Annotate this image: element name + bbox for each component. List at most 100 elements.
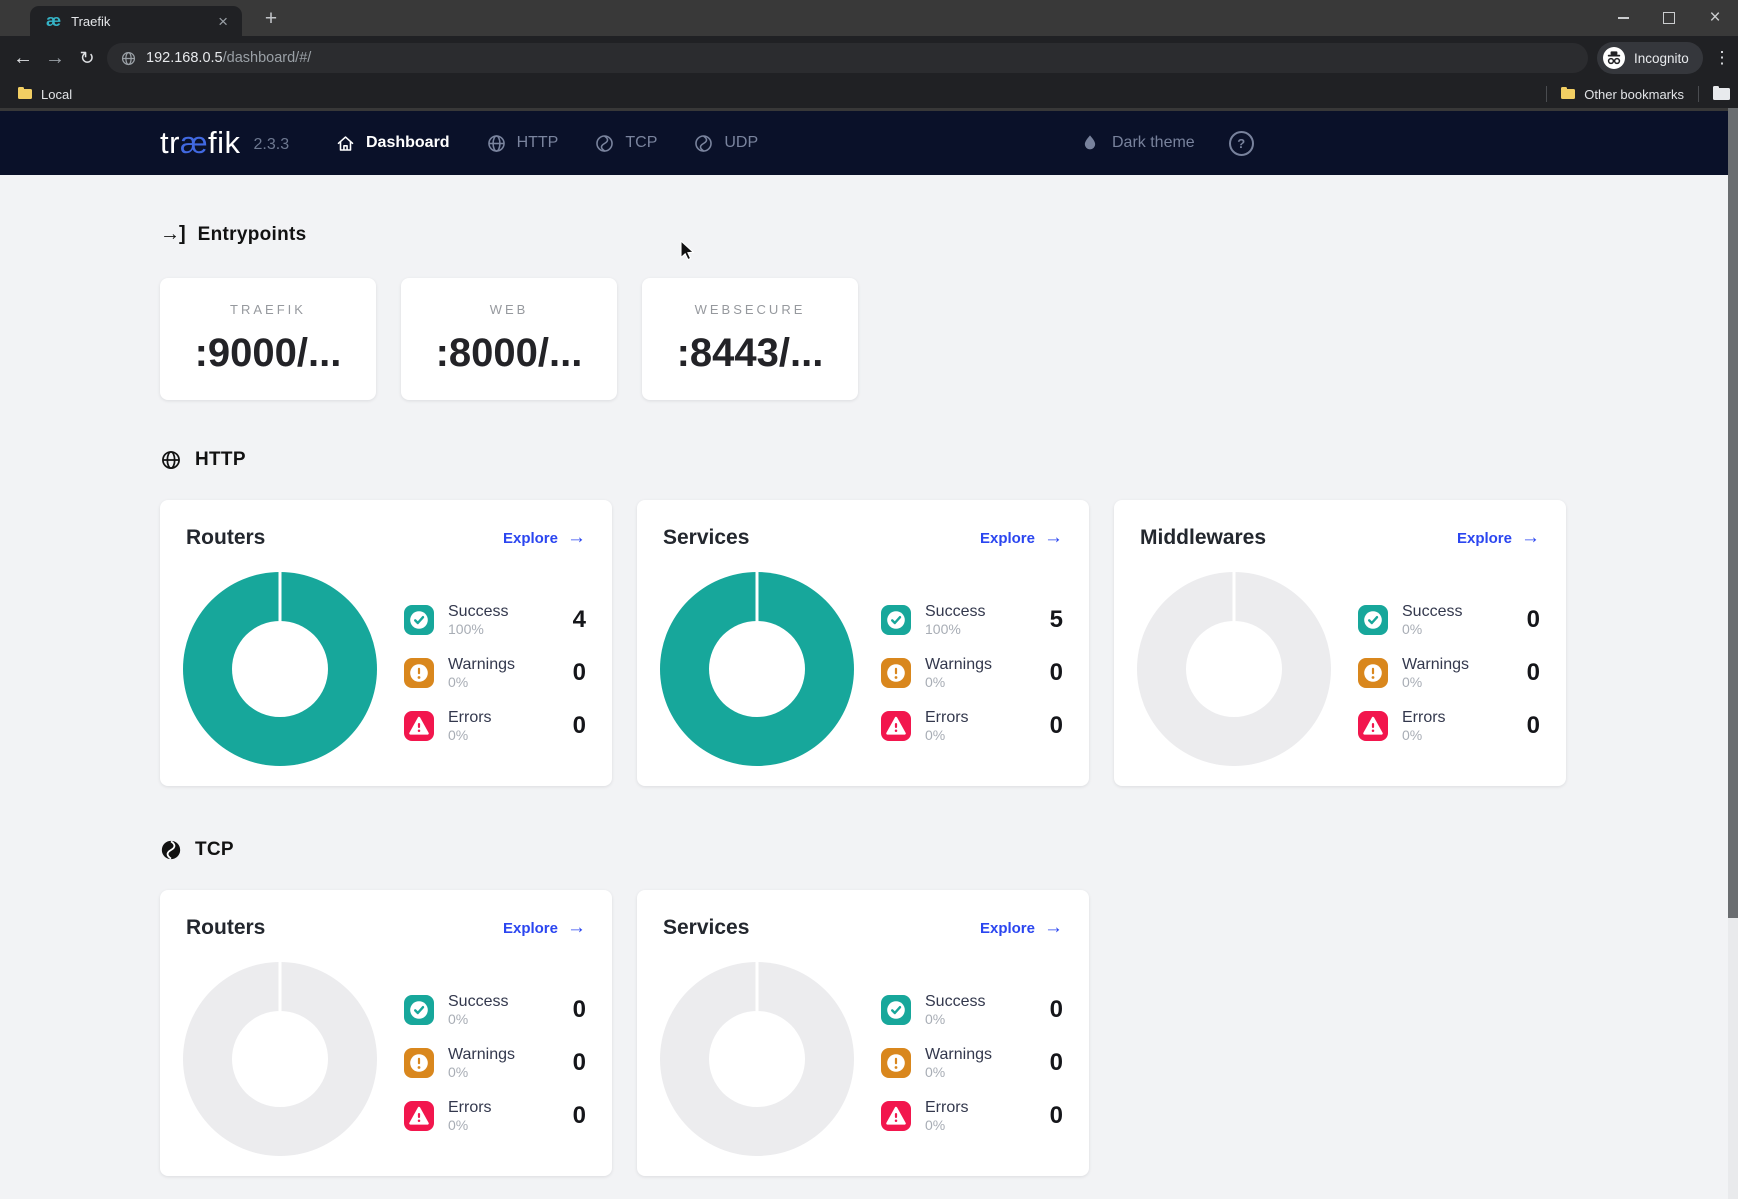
nav-dashboard[interactable]: Dashboard	[335, 133, 450, 154]
browser-menu-icon[interactable]: ⋮	[1706, 36, 1738, 80]
window-controls: ×	[1600, 0, 1738, 36]
success-icon	[1358, 605, 1388, 635]
warning-icon	[404, 658, 434, 688]
stat-errors: Errors0% 0	[881, 1092, 1063, 1140]
stat-errors: Errors0% 0	[404, 1092, 586, 1140]
stat-errors: Errors0% 0	[404, 702, 586, 750]
folder-icon	[1561, 89, 1575, 99]
success-icon	[404, 605, 434, 635]
arrow-right-icon: →	[1044, 917, 1063, 939]
warning-icon	[404, 1048, 434, 1078]
site-globe-icon	[121, 51, 136, 66]
donut-chart	[183, 962, 377, 1156]
nav-udp[interactable]: UDP	[693, 133, 758, 154]
success-icon	[881, 995, 911, 1025]
tcp-services-card: Services Explore→ Success0% 0 Warnings0%…	[637, 890, 1089, 1176]
stat-success: Success0% 0	[404, 986, 586, 1034]
traefik-navbar: træfik 2.3.3 Dashboard HTTP TCP	[0, 111, 1728, 175]
entrypoint-card-traefik: TRAEFIK :9000/...	[160, 278, 376, 400]
http-heading: HTTP	[160, 449, 246, 471]
card-title: Routers	[186, 916, 265, 940]
tcp-icon	[594, 133, 615, 154]
window-close-icon[interactable]: ×	[1692, 0, 1738, 36]
nav-tcp[interactable]: TCP	[594, 133, 657, 154]
arrow-right-icon: →	[1521, 527, 1540, 549]
browser-titlebar: æ Traefik × + ×	[0, 0, 1738, 36]
card-title: Middlewares	[1140, 526, 1266, 550]
donut-chart	[183, 572, 377, 766]
side-panel-folder-icon[interactable]	[1713, 88, 1730, 100]
incognito-icon	[1602, 46, 1626, 70]
separator	[1546, 86, 1547, 102]
browser-toolbar: ← → ↻ 192.168.0.5/dashboard/#/ Incognito…	[0, 36, 1738, 80]
dark-theme-droplet-icon	[1080, 133, 1100, 153]
stat-warnings: Warnings0% 0	[1358, 649, 1540, 697]
new-tab-button[interactable]: +	[256, 4, 286, 34]
warning-icon	[881, 1048, 911, 1078]
error-icon	[881, 711, 911, 741]
reload-icon[interactable]: ↻	[70, 36, 104, 80]
traefik-logo: træfik 2.3.3	[160, 111, 289, 175]
stat-success: Success100% 5	[881, 596, 1063, 644]
tab-title: Traefik	[71, 14, 214, 29]
udp-icon	[693, 133, 714, 154]
arrow-right-icon: →	[1044, 527, 1063, 549]
stat-errors: Errors0% 0	[1358, 702, 1540, 750]
explore-link[interactable]: Explore→	[980, 527, 1063, 549]
stat-success: Success0% 0	[881, 986, 1063, 1034]
stat-success: Success100% 4	[404, 596, 586, 644]
explore-link[interactable]: Explore→	[980, 917, 1063, 939]
window-minimize-icon[interactable]	[1600, 0, 1646, 36]
window-maximize-icon[interactable]	[1646, 0, 1692, 36]
arrow-right-icon: →	[567, 527, 586, 549]
explore-link[interactable]: Explore→	[503, 527, 586, 549]
entrypoint-card-websecure: WEBSECURE :8443/...	[642, 278, 858, 400]
stat-warnings: Warnings0% 0	[404, 649, 586, 697]
version-label: 2.3.3	[254, 136, 290, 154]
card-title: Services	[663, 916, 749, 940]
dark-theme-toggle[interactable]: Dark theme	[1080, 133, 1195, 153]
home-icon	[335, 133, 356, 154]
back-icon[interactable]: ←	[6, 36, 40, 80]
dashboard-page: →] Entrypoints TRAEFIK :9000/... WEB :80…	[0, 175, 1728, 1199]
success-icon	[404, 995, 434, 1025]
card-title: Routers	[186, 526, 265, 550]
donut-chart	[660, 962, 854, 1156]
http-services-card: Services Explore→ Success100% 5 Warnings…	[637, 500, 1089, 786]
card-title: Services	[663, 526, 749, 550]
warning-icon	[1358, 658, 1388, 688]
entrypoints-icon: →]	[160, 223, 185, 246]
address-bar[interactable]: 192.168.0.5/dashboard/#/	[107, 43, 1588, 73]
forward-icon[interactable]: →	[38, 36, 72, 80]
tab-close-icon[interactable]: ×	[214, 13, 232, 30]
nav-http[interactable]: HTTP	[486, 133, 559, 154]
explore-link[interactable]: Explore→	[503, 917, 586, 939]
explore-link[interactable]: Explore→	[1457, 527, 1540, 549]
incognito-badge: Incognito	[1597, 42, 1703, 74]
stat-warnings: Warnings0% 0	[881, 649, 1063, 697]
arrow-right-icon: →	[567, 917, 586, 939]
incognito-label: Incognito	[1634, 51, 1689, 66]
other-bookmarks-button[interactable]: Other bookmarks	[1561, 87, 1684, 102]
stat-warnings: Warnings0% 0	[881, 1039, 1063, 1087]
folder-icon	[18, 89, 32, 99]
page-scrollbar[interactable]	[1728, 108, 1738, 1199]
error-icon	[404, 1101, 434, 1131]
bookmark-local[interactable]: Local	[18, 87, 72, 102]
error-icon	[404, 711, 434, 741]
help-icon[interactable]: ?	[1229, 131, 1254, 156]
tcp-heading: TCP	[160, 839, 234, 861]
scrollbar-thumb[interactable]	[1728, 108, 1738, 918]
donut-chart	[1137, 572, 1331, 766]
error-icon	[1358, 711, 1388, 741]
mouse-cursor	[676, 238, 700, 262]
globe-icon	[486, 133, 507, 154]
stat-errors: Errors0% 0	[881, 702, 1063, 750]
bookmarks-bar: Local Other bookmarks	[0, 80, 1738, 111]
error-icon	[881, 1101, 911, 1131]
separator	[1698, 86, 1699, 102]
http-routers-card: Routers Explore→ Success100% 4 Warnings0…	[160, 500, 612, 786]
browser-tab[interactable]: æ Traefik ×	[30, 6, 242, 36]
warning-icon	[881, 658, 911, 688]
url-text: 192.168.0.5/dashboard/#/	[146, 50, 311, 66]
